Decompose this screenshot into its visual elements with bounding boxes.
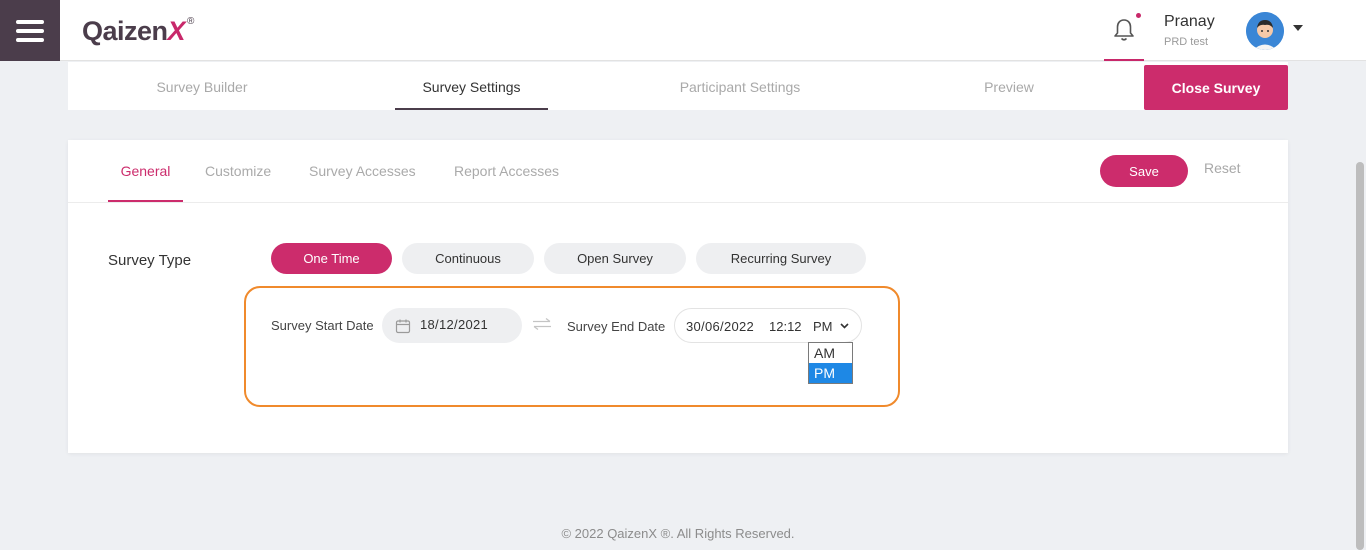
step-participant-settings[interactable]: Participant Settings	[668, 62, 812, 110]
avatar[interactable]	[1246, 12, 1284, 50]
close-survey-button[interactable]: Close Survey	[1144, 65, 1288, 110]
reset-button[interactable]: Reset	[1204, 160, 1241, 176]
step-survey-builder[interactable]: Survey Builder	[138, 62, 266, 110]
menu-icon[interactable]	[0, 0, 60, 61]
notification-button[interactable]	[1104, 0, 1144, 61]
end-date-field[interactable]: 30/06/2022 12:12 PM	[674, 308, 862, 343]
user-name[interactable]: Pranay	[1164, 13, 1215, 31]
end-date-label: Survey End Date	[567, 319, 666, 334]
footer-copyright: © 2022 QaizenX ®. All Rights Reserved.	[561, 526, 795, 541]
logo-x: X	[167, 16, 186, 46]
settings-card: General Customize Survey Accesses Report…	[68, 140, 1288, 453]
tab-general[interactable]: General	[108, 140, 183, 202]
survey-type-continuous[interactable]: Continuous	[402, 243, 534, 274]
tab-report-accesses[interactable]: Report Accesses	[454, 140, 559, 202]
save-button[interactable]: Save	[1100, 155, 1188, 187]
bell-icon	[1114, 18, 1134, 41]
end-date-value: 30/06/2022	[686, 319, 755, 334]
tab-survey-accesses[interactable]: Survey Accesses	[309, 140, 416, 202]
start-date-value: 18/12/2021	[420, 317, 489, 332]
settings-tabs: General Customize Survey Accesses Report…	[68, 140, 1288, 203]
start-date-field[interactable]: 18/12/2021	[382, 308, 522, 343]
start-date-label: Survey Start Date	[271, 318, 374, 333]
page-scrollbar[interactable]	[1354, 62, 1366, 550]
top-bar: QaizenX ® Pranay PRD test	[0, 0, 1366, 61]
logo[interactable]: QaizenX ®	[82, 14, 194, 48]
chevron-down-icon[interactable]	[1293, 25, 1303, 31]
step-preview[interactable]: Preview	[973, 62, 1045, 110]
survey-type-label: Survey Type	[108, 252, 192, 269]
step-survey-settings[interactable]: Survey Settings	[395, 62, 548, 110]
survey-type-one-time[interactable]: One Time	[271, 243, 392, 274]
date-range-highlight	[244, 286, 900, 407]
swap-icon	[533, 318, 551, 330]
notification-dot	[1136, 13, 1141, 18]
ampm-select[interactable]: PM	[813, 319, 833, 334]
ampm-option-am[interactable]: AM	[809, 343, 852, 363]
end-time-value: 12:12	[769, 319, 802, 334]
chevron-down-icon[interactable]	[840, 323, 849, 329]
logo-text: Qaizen	[82, 16, 168, 46]
scrollbar-thumb[interactable]	[1356, 162, 1364, 550]
ampm-option-pm[interactable]: PM	[809, 363, 852, 383]
survey-type-open-survey[interactable]: Open Survey	[544, 243, 686, 274]
user-org: PRD test	[1164, 36, 1209, 48]
tab-customize[interactable]: Customize	[205, 140, 271, 202]
survey-steps: Survey Builder Survey Settings Participa…	[68, 62, 1288, 110]
ampm-dropdown-list: AM PM	[808, 342, 853, 384]
survey-type-recurring-survey[interactable]: Recurring Survey	[696, 243, 866, 274]
logo-registered-mark: ®	[187, 16, 195, 27]
calendar-icon	[395, 319, 411, 334]
